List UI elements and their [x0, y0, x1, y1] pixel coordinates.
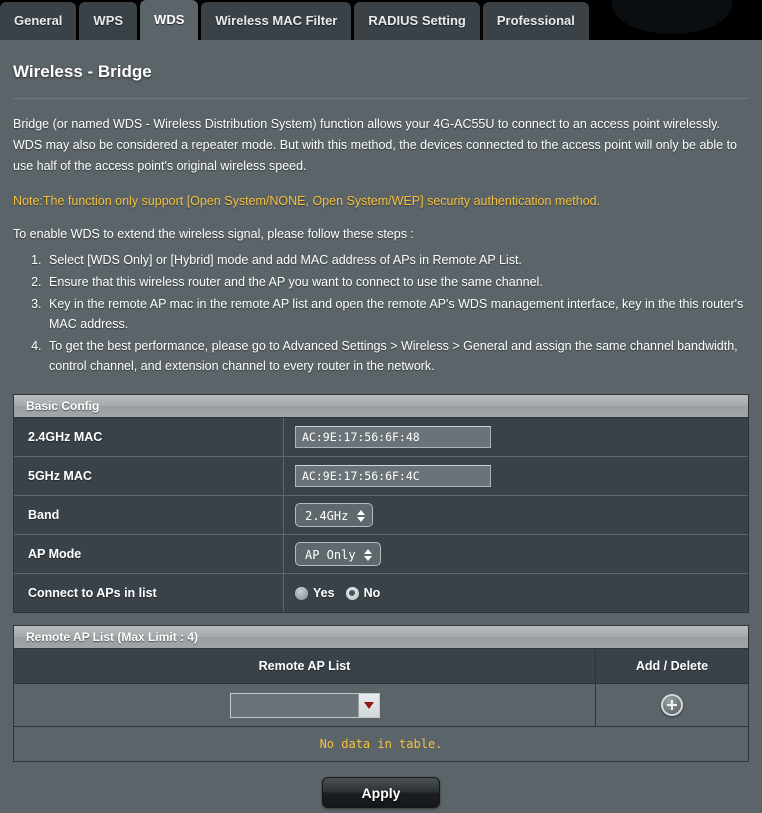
- steps-intro: To enable WDS to extend the wireless sig…: [13, 227, 414, 241]
- row-connect-to-aps: Connect to APs in list Yes No: [14, 574, 748, 613]
- step-item: Ensure that this wireless router and the…: [45, 272, 749, 292]
- step-item: To get the best performance, please go t…: [45, 336, 749, 376]
- radio-connect-no[interactable]: No: [345, 586, 381, 600]
- basic-config-header: Basic Config: [14, 395, 748, 418]
- stepper-icon: [356, 504, 365, 528]
- apply-button[interactable]: Apply: [322, 777, 440, 808]
- remote-ap-empty-row: No data in table.: [14, 727, 748, 762]
- remote-ap-entry-row: [14, 684, 748, 727]
- security-note: Note:The function only support [Open Sys…: [13, 194, 601, 208]
- label-band: Band: [14, 496, 284, 534]
- tab-professional[interactable]: Professional: [482, 2, 589, 40]
- radio-connect-yes[interactable]: Yes: [295, 586, 335, 600]
- label-24ghz-mac: 2.4GHz MAC: [14, 418, 284, 456]
- select-ap-mode-value: AP Only: [305, 548, 356, 562]
- tab-wds[interactable]: WDS: [140, 0, 199, 40]
- step-item: Key in the remote AP mac in the remote A…: [45, 294, 749, 334]
- header-decoration: [612, 0, 732, 34]
- remote-ap-list-section: Remote AP List (Max Limit : 4) Remote AP…: [13, 625, 749, 762]
- steps-list: Select [WDS Only] or [Hybrid] mode and a…: [13, 250, 749, 376]
- remote-ap-action-cell: [596, 684, 748, 726]
- remote-ap-input-cell: [14, 684, 596, 726]
- stepper-icon: [364, 543, 373, 567]
- apply-button-container: Apply: [13, 762, 749, 808]
- select-band[interactable]: 2.4GHz: [295, 503, 374, 528]
- field-ap-mode: AP Only: [284, 535, 748, 573]
- label-ap-mode: AP Mode: [14, 535, 284, 573]
- input-24ghz-mac[interactable]: [295, 426, 491, 448]
- column-header-remote-ap-list: Remote AP List: [14, 649, 596, 683]
- row-5ghz-mac: 5GHz MAC: [14, 457, 748, 496]
- tab-general[interactable]: General: [0, 2, 77, 40]
- column-header-add-delete: Add / Delete: [635, 659, 709, 673]
- radio-connect-yes-label: Yes: [313, 586, 335, 600]
- field-5ghz-mac: [284, 457, 748, 495]
- add-icon[interactable]: [661, 694, 683, 716]
- row-band: Band 2.4GHz: [14, 496, 748, 535]
- chevron-down-icon[interactable]: [357, 693, 379, 717]
- radio-dot-selected-icon: [345, 586, 359, 600]
- step-item: Select [WDS Only] or [Hybrid] mode and a…: [45, 250, 749, 270]
- basic-config-section: Basic Config 2.4GHz MAC 5GHz MAC Band 2.…: [13, 394, 749, 613]
- radio-group-connect-to-aps: Yes No: [295, 586, 380, 600]
- field-24ghz-mac: [284, 418, 748, 456]
- field-band: 2.4GHz: [284, 496, 748, 534]
- select-band-value: 2.4GHz: [305, 509, 349, 523]
- title-divider: [13, 98, 749, 99]
- tab-wireless-mac-filter[interactable]: Wireless MAC Filter: [201, 2, 352, 40]
- field-connect-to-aps: Yes No: [284, 574, 748, 612]
- remote-ap-table-header: Remote AP List Add / Delete: [14, 649, 748, 684]
- page-title: Wireless - Bridge: [13, 62, 152, 81]
- tab-bar: General WPS WDS Wireless MAC Filter RADI…: [0, 0, 762, 40]
- label-5ghz-mac: 5GHz MAC: [14, 457, 284, 495]
- combobox-remote-ap-value[interactable]: [230, 693, 358, 717]
- radio-connect-no-label: No: [363, 586, 381, 600]
- row-24ghz-mac: 2.4GHz MAC: [14, 418, 748, 457]
- page-description: Bridge (or named WDS - Wireless Distribu…: [13, 117, 738, 173]
- input-5ghz-mac[interactable]: [295, 465, 491, 487]
- tab-wps[interactable]: WPS: [79, 2, 138, 40]
- combobox-remote-ap[interactable]: [229, 692, 380, 718]
- tab-radius-setting[interactable]: RADIUS Setting: [354, 2, 480, 40]
- page-content: Wireless - Bridge Bridge (or named WDS -…: [0, 40, 762, 813]
- radio-dot-icon: [295, 586, 308, 600]
- remote-ap-list-header: Remote AP List (Max Limit : 4): [14, 626, 748, 649]
- label-connect-to-aps: Connect to APs in list: [14, 574, 284, 612]
- select-ap-mode[interactable]: AP Only: [295, 542, 381, 566]
- row-ap-mode: AP Mode AP Only: [14, 535, 748, 574]
